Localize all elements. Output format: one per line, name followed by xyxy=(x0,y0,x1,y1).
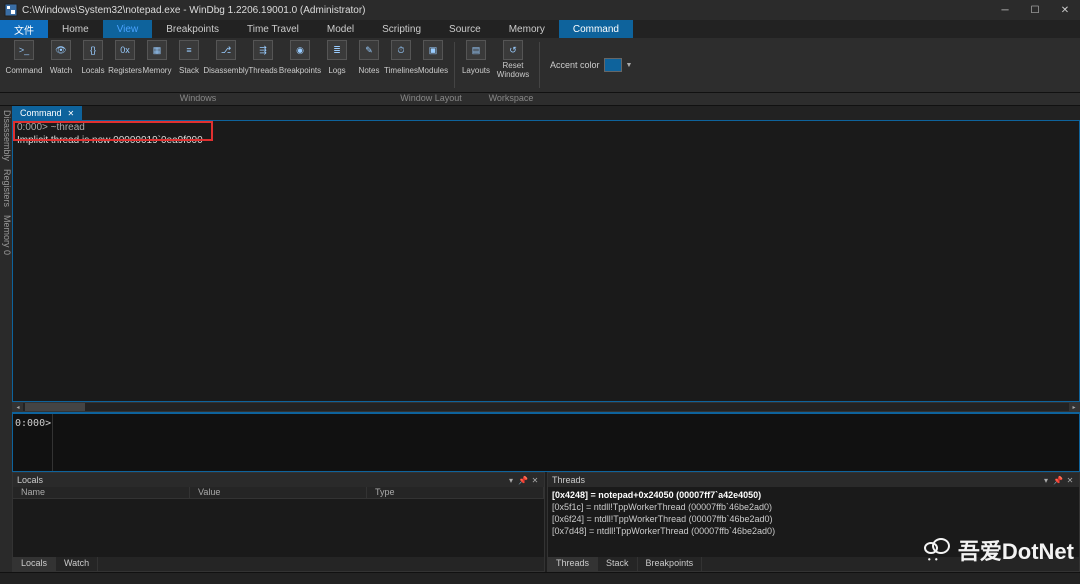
threads-body: [0x4248] = notepad+0x24050 (00007ff7`a42… xyxy=(548,487,1079,557)
command-tab-bar: Command ✕ xyxy=(12,106,1080,120)
side-tabs: Disassembly Registers Memory 0 xyxy=(0,106,12,572)
accent-color-label: Accent color xyxy=(550,60,600,70)
col-type[interactable]: Type xyxy=(367,487,544,498)
ribbon-registers[interactable]: 0xRegisters xyxy=(110,40,140,79)
maximize-button[interactable]: ☐ xyxy=(1020,0,1050,20)
command-tab-label: Command xyxy=(20,108,62,118)
minimize-button[interactable]: ─ xyxy=(990,0,1020,20)
sidetab-registers[interactable]: Registers xyxy=(0,169,12,207)
ribbon-layouts[interactable]: ▤Layouts xyxy=(461,40,491,79)
pane-pin-icon[interactable]: 📌 xyxy=(518,476,528,485)
scroll-left-button[interactable]: ◂ xyxy=(13,403,23,411)
accent-color-picker[interactable]: Accent color ▼ xyxy=(542,38,640,92)
locals-title: Locals xyxy=(17,475,504,485)
command-input[interactable] xyxy=(53,414,1079,471)
sidetab-disassembly[interactable]: Disassembly xyxy=(0,110,12,161)
status-bar xyxy=(0,572,1080,584)
menu-command[interactable]: Command xyxy=(559,20,633,38)
foot-tab-stack[interactable]: Stack xyxy=(598,557,638,571)
ribbon-command[interactable]: >_Command xyxy=(4,40,44,79)
pane-dropdown-icon[interactable]: ▾ xyxy=(506,476,516,485)
ribbon-timelines[interactable]: ⏱Timelines xyxy=(386,40,416,79)
chevron-down-icon: ▼ xyxy=(626,62,633,69)
close-tab-icon[interactable]: ✕ xyxy=(68,109,75,118)
ribbon-threads[interactable]: ⇶Threads xyxy=(248,40,278,79)
ribbon-modules[interactable]: ▣Modules xyxy=(418,40,448,79)
foot-tab-locals[interactable]: Locals xyxy=(13,557,56,571)
ribbon-watch[interactable]: 👁Watch xyxy=(46,40,76,79)
ribbon-notes[interactable]: ✎Notes xyxy=(354,40,384,79)
ribbon-group-labels: Windows Window Layout Workspace xyxy=(0,93,1080,106)
menu-bar: 文件 Home View Breakpoints Time Travel Mod… xyxy=(0,20,1080,38)
col-name[interactable]: Name xyxy=(13,487,190,498)
thread-row[interactable]: [0x5f1c] = ntdll!TppWorkerThread (00007f… xyxy=(552,501,1075,513)
horizontal-scrollbar[interactable]: ◂ ▸ xyxy=(12,402,1080,412)
threads-pane: Threads ▾ 📌 ✕ [0x4248] = notepad+0x24050… xyxy=(547,472,1080,572)
locals-pane: Locals ▾ 📌 ✕ Name Value Type Locals Watc… xyxy=(12,472,545,572)
ribbon-stack[interactable]: ≡Stack xyxy=(174,40,204,79)
pane-pin-icon[interactable]: 📌 xyxy=(1053,476,1063,485)
pane-close-icon[interactable]: ✕ xyxy=(1065,476,1075,485)
command-prompt: 0:000> xyxy=(12,412,1080,472)
prompt-label: 0:000> xyxy=(13,414,53,471)
window-title: C:\Windows\System32\notepad.exe - WinDbg… xyxy=(22,5,990,16)
foot-tab-watch[interactable]: Watch xyxy=(56,557,98,571)
thread-row[interactable]: [0x7d48] = ntdll!TppWorkerThread (00007f… xyxy=(552,525,1075,537)
col-value[interactable]: Value xyxy=(190,487,367,498)
command-output[interactable]: 0:000> ~thread Implicit thread is now 00… xyxy=(12,120,1080,402)
menu-view[interactable]: View xyxy=(103,20,153,38)
ribbon-logs[interactable]: ≣Logs xyxy=(322,40,352,79)
foot-tab-threads[interactable]: Threads xyxy=(548,557,598,571)
command-tab[interactable]: Command ✕ xyxy=(12,106,82,120)
app-icon xyxy=(4,3,18,17)
menu-file[interactable]: 文件 xyxy=(0,20,48,38)
pane-dropdown-icon[interactable]: ▾ xyxy=(1041,476,1051,485)
threads-title: Threads xyxy=(552,475,1039,485)
ribbon-memory[interactable]: ▦Memory xyxy=(142,40,172,79)
menu-model[interactable]: Model xyxy=(313,20,368,38)
menu-timetravel[interactable]: Time Travel xyxy=(233,20,313,38)
pane-close-icon[interactable]: ✕ xyxy=(530,476,540,485)
foot-tab-breakpoints[interactable]: Breakpoints xyxy=(638,557,703,571)
ribbon: >_Command 👁Watch {}Locals 0xRegisters ▦M… xyxy=(0,38,1080,93)
locals-columns: Name Value Type xyxy=(13,487,544,499)
ribbon-disassembly[interactable]: ⎇Disassembly xyxy=(206,40,246,79)
menu-memory[interactable]: Memory xyxy=(495,20,559,38)
ribbon-breakpoints[interactable]: ◉Breakpoints xyxy=(280,40,320,79)
menu-source[interactable]: Source xyxy=(435,20,495,38)
thread-row[interactable]: [0x6f24] = ntdll!TppWorkerThread (00007f… xyxy=(552,513,1075,525)
thread-row[interactable]: [0x4248] = notepad+0x24050 (00007ff7`a42… xyxy=(552,489,1075,501)
locals-body xyxy=(13,499,544,557)
scroll-right-button[interactable]: ▸ xyxy=(1069,403,1079,411)
title-bar: C:\Windows\System32\notepad.exe - WinDbg… xyxy=(0,0,1080,20)
accent-color-swatch xyxy=(604,58,622,72)
sidetab-memory[interactable]: Memory 0 xyxy=(0,215,12,255)
menu-home[interactable]: Home xyxy=(48,20,103,38)
output-line: Implicit thread is now 00000019`0ea9f000 xyxy=(13,134,1079,147)
menu-breakpoints[interactable]: Breakpoints xyxy=(152,20,233,38)
menu-scripting[interactable]: Scripting xyxy=(368,20,435,38)
output-line: 0:000> ~thread xyxy=(13,121,1079,134)
close-button[interactable]: ✕ xyxy=(1050,0,1080,20)
scroll-thumb[interactable] xyxy=(25,403,85,411)
ribbon-locals[interactable]: {}Locals xyxy=(78,40,108,79)
ribbon-reset-windows[interactable]: ↺Reset Windows xyxy=(493,40,533,79)
